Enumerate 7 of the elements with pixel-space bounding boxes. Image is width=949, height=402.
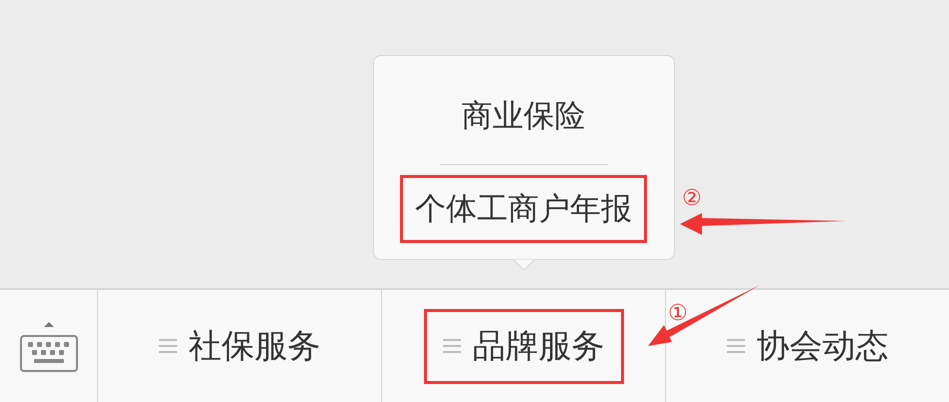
annotation-number: ② xyxy=(682,188,702,210)
annotation-number: ① xyxy=(668,303,688,325)
menu-item[interactable]: 协会动态 xyxy=(708,308,908,384)
menu-item[interactable]: 社保服务 xyxy=(140,308,340,384)
submenu-item[interactable]: 个体工商户年报 xyxy=(400,175,647,243)
menu-item[interactable]: 品牌服务 xyxy=(424,308,624,384)
submenu-item[interactable]: 商业保险 xyxy=(446,82,600,150)
